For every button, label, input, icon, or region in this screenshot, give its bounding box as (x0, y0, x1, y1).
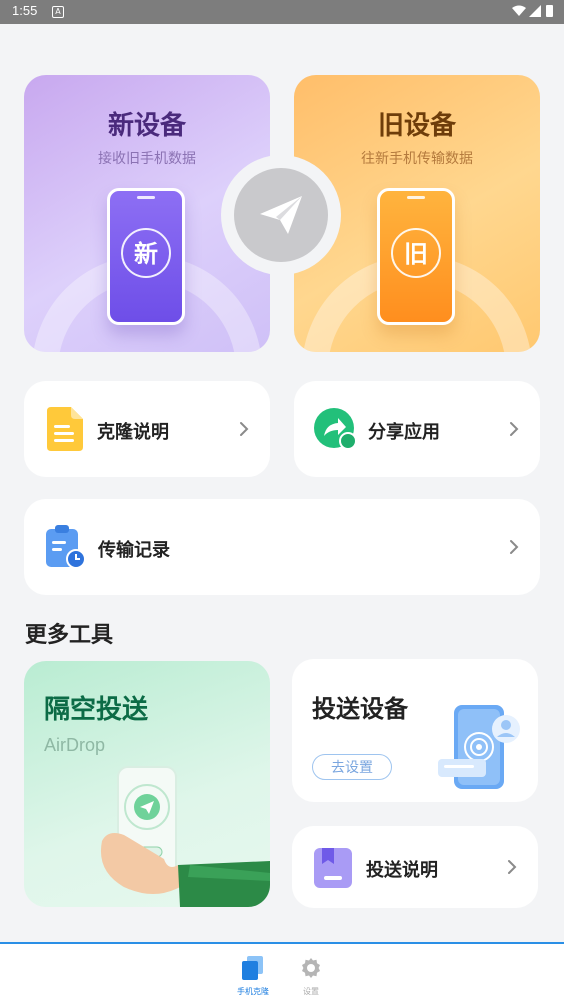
old-phone-illustration: 旧 (377, 188, 455, 325)
new-device-title: 新设备 (107, 111, 186, 141)
hand-holding-phone-illustration (100, 766, 270, 907)
nav-label-settings: 设置 (303, 987, 319, 996)
cast-guide-label: 投送说明 (366, 860, 438, 881)
more-tools-heading: 更多工具 (25, 623, 114, 648)
phone-cast-illustration (438, 705, 520, 789)
chevron-right-icon (240, 422, 249, 436)
clone-guide-card[interactable]: 克隆说明 (24, 381, 270, 477)
share-app-card[interactable]: 分享应用 (294, 381, 540, 477)
wifi-icon (512, 5, 526, 16)
old-device-title: 旧设备 (377, 111, 456, 141)
phone-notch (407, 196, 425, 199)
airdrop-title: 隔空投送 (44, 695, 149, 725)
new-badge: 新 (121, 228, 171, 278)
signal-icon (529, 5, 541, 17)
nav-label-phone-clone: 手机克隆 (237, 987, 269, 996)
share-app-label: 分享应用 (368, 422, 440, 443)
transfer-history-card[interactable]: 传输记录 (24, 499, 540, 595)
transfer-center-inner (234, 168, 328, 262)
go-settings-button[interactable]: 去设置 (312, 754, 392, 780)
airdrop-subtitle: AirDrop (44, 735, 106, 755)
new-phone-illustration: 新 (107, 188, 185, 325)
phone-notch (137, 196, 155, 199)
share-icon (314, 408, 357, 450)
nav-item-settings[interactable]: 设置 (281, 956, 341, 997)
document-icon (47, 407, 83, 451)
status-time: 1:55 (12, 3, 38, 18)
cast-guide-card[interactable]: 投送说明 (292, 826, 538, 908)
bottom-nav: 手机克隆 设置 (0, 942, 564, 1006)
transfer-history-label: 传输记录 (98, 540, 170, 561)
gear-icon (302, 958, 320, 978)
cast-device-card[interactable]: 投送设备 去设置 (292, 659, 538, 802)
transfer-center-circle (221, 155, 341, 275)
cast-device-title: 投送设备 (312, 695, 408, 723)
new-device-subtitle: 接收旧手机数据 (98, 151, 196, 167)
status-bar: 1:55 A (0, 0, 564, 24)
chevron-right-icon (510, 422, 519, 436)
nav-item-phone-clone[interactable]: 手机克隆 (223, 956, 283, 997)
old-badge: 旧 (391, 228, 441, 278)
old-device-subtitle: 往新手机传输数据 (361, 151, 473, 167)
airdrop-card[interactable]: 隔空投送 AirDrop (24, 661, 270, 907)
clipboard-clock-icon (46, 525, 86, 569)
phone-clone-icon (242, 956, 263, 980)
notification-a-icon: A (52, 6, 64, 18)
paper-plane-icon (260, 196, 302, 234)
bookmark-book-icon (314, 848, 352, 888)
chevron-right-icon (510, 540, 519, 554)
clone-guide-label: 克隆说明 (97, 422, 169, 443)
battery-icon (546, 5, 553, 17)
chevron-right-icon (508, 860, 517, 874)
